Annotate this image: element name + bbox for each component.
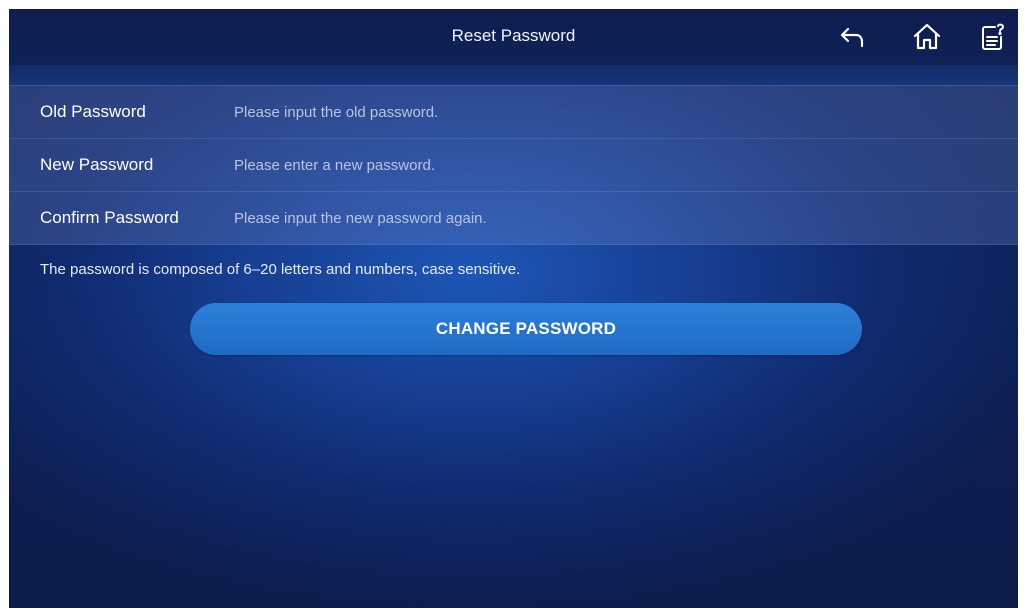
back-icon[interactable]	[837, 21, 869, 53]
confirm-password-label: Confirm Password	[40, 208, 179, 227]
new-password-input[interactable]	[234, 139, 1018, 191]
confirm-password-row: Confirm Password	[9, 191, 1018, 245]
new-password-label: New Password	[40, 155, 154, 174]
old-password-input[interactable]	[234, 86, 1018, 138]
home-icon[interactable]	[911, 21, 943, 53]
title-bar: Reset Password	[9, 9, 1018, 65]
password-form: Old Password New Password Confirm Passwo…	[9, 85, 1018, 245]
reset-password-screen: Reset Password Old Password New Password…	[9, 9, 1018, 608]
password-rule-hint: The password is composed of 6–20 letters…	[40, 261, 521, 278]
header-separator	[9, 65, 1018, 85]
confirm-password-input[interactable]	[234, 192, 1018, 244]
old-password-label: Old Password	[40, 102, 146, 121]
old-password-row: Old Password	[9, 85, 1018, 138]
new-password-row: New Password	[9, 138, 1018, 191]
change-password-button[interactable]: CHANGE PASSWORD	[190, 303, 862, 355]
help-document-icon[interactable]	[977, 21, 1009, 53]
